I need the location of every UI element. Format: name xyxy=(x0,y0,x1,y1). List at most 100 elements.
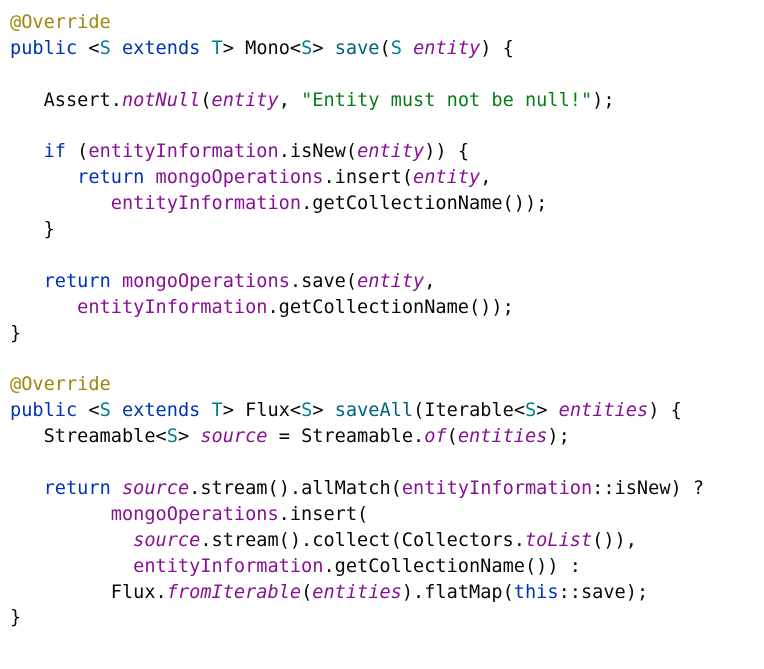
code-token-plain: = Streamable. xyxy=(267,426,425,448)
code-line: source.stream().collect(Collectors.toLis… xyxy=(10,528,704,554)
code-token-local: source xyxy=(121,478,190,500)
code-token-string: "Entity must not be null!" xyxy=(301,89,593,111)
code-token-type: S xyxy=(99,400,111,422)
code-token-type: S xyxy=(301,400,313,422)
code-token-param: entities xyxy=(457,426,548,448)
code-token-plain: , xyxy=(278,89,302,111)
code-token-type: T xyxy=(211,400,223,422)
code-token-plain: ( xyxy=(200,89,212,111)
code-token-static: fromIterable xyxy=(166,581,302,603)
code-token-annotation: @Override xyxy=(10,374,111,396)
code-token-plain: .stream().allMatch( xyxy=(189,478,402,500)
code-token-keyword: public xyxy=(10,37,78,59)
code-line: Streamable<S> source = Streamable.of(ent… xyxy=(10,424,704,450)
code-token-field: entityInformation xyxy=(77,296,268,318)
code-token-param: entity xyxy=(413,37,481,59)
code-token-static: of xyxy=(424,426,447,448)
code-token-plain: .insert( xyxy=(323,167,414,189)
code-token-plain: > xyxy=(312,400,335,422)
code-token-method: save xyxy=(334,37,380,59)
code-line: } xyxy=(10,217,704,243)
code-line: return mongoOperations.save(entity, xyxy=(10,269,704,295)
code-token-type: S xyxy=(301,37,313,59)
code-token-plain: ) { xyxy=(480,37,514,59)
code-token-plain: )) { xyxy=(424,141,470,163)
code-line: } xyxy=(10,321,704,347)
code-token-plain: .getCollectionName()); xyxy=(301,193,548,215)
code-token-local: source xyxy=(200,426,268,448)
code-token-keyword: this xyxy=(513,581,559,603)
code-token-type: S xyxy=(166,426,178,448)
code-token-plain: ).flatMap( xyxy=(401,581,514,603)
code-token-type: T xyxy=(211,37,223,59)
code-token-plain: ( xyxy=(446,426,458,448)
code-line: Flux.fromIterable(entities).flatMap(this… xyxy=(10,580,704,606)
code-line: @Override xyxy=(10,10,704,36)
code-token-plain: , xyxy=(480,167,492,189)
code-token-plain: ::isNew) ? xyxy=(592,478,705,500)
code-token-param: entity xyxy=(357,141,425,163)
code-token-field: mongoOperations xyxy=(110,503,279,525)
code-token-plain: .stream().collect(Collectors. xyxy=(200,529,525,551)
code-token-plain: < xyxy=(77,400,100,422)
code-token-param: entities xyxy=(312,581,402,603)
code-token-keyword: public xyxy=(10,400,78,422)
code-line: entityInformation.getCollectionName()); xyxy=(10,191,704,217)
code-token-plain: > Mono< xyxy=(222,37,302,59)
code-token-field: entityInformation xyxy=(133,555,324,577)
code-token-annotation: @Override xyxy=(10,12,111,33)
code-token-static: toList xyxy=(524,529,593,551)
code-token-param: entities xyxy=(558,400,649,422)
code-token-plain: < xyxy=(77,37,100,59)
code-token-keyword: extends xyxy=(121,37,201,59)
code-line: if (entityInformation.isNew(entity)) { xyxy=(10,139,704,165)
code-line: entityInformation.getCollectionName()) : xyxy=(10,554,704,580)
code-token-plain: Flux. xyxy=(10,581,167,603)
code-token-plain: ) { xyxy=(648,400,682,422)
code-token-field: entityInformation xyxy=(88,141,279,163)
code-line: ​ xyxy=(10,347,704,373)
code-token-param: entity xyxy=(211,89,279,111)
code-token-plain: .isNew( xyxy=(278,141,358,163)
code-token-plain: Assert. xyxy=(10,89,122,111)
code-line: entityInformation.getCollectionName()); xyxy=(10,295,704,321)
code-line: mongoOperations.insert( xyxy=(10,502,704,528)
code-token-type: S xyxy=(525,400,537,422)
code-token-local: source xyxy=(133,529,201,551)
code-editor[interactable]: @Override public <S extends T> Mono<S> sa… xyxy=(10,10,704,631)
code-token-plain: Streamable< xyxy=(10,426,167,448)
code-token-field: entityInformation xyxy=(401,478,593,500)
code-token-plain: (Iterable< xyxy=(413,400,526,422)
code-token-plain: > Flux< xyxy=(222,400,302,422)
code-token-field: mongoOperations xyxy=(121,270,290,292)
code-line: ​ xyxy=(10,114,704,140)
code-line: ​ xyxy=(10,243,704,269)
code-token-field: entityInformation xyxy=(110,193,302,215)
code-token-type: S xyxy=(390,37,402,59)
code-line: public <S extends T> Flux<S> saveAll(Ite… xyxy=(10,398,704,424)
code-token-param: entity xyxy=(357,270,425,292)
code-token-keyword: return xyxy=(43,270,111,292)
code-token-plain: .getCollectionName()); xyxy=(267,296,514,318)
code-line: } xyxy=(10,605,704,631)
code-token-plain: > xyxy=(177,426,201,448)
code-token-keyword: extends xyxy=(121,400,201,422)
code-line: ​ xyxy=(10,450,704,476)
code-token-plain: > xyxy=(536,400,559,422)
code-token-plain: ( xyxy=(65,141,89,163)
